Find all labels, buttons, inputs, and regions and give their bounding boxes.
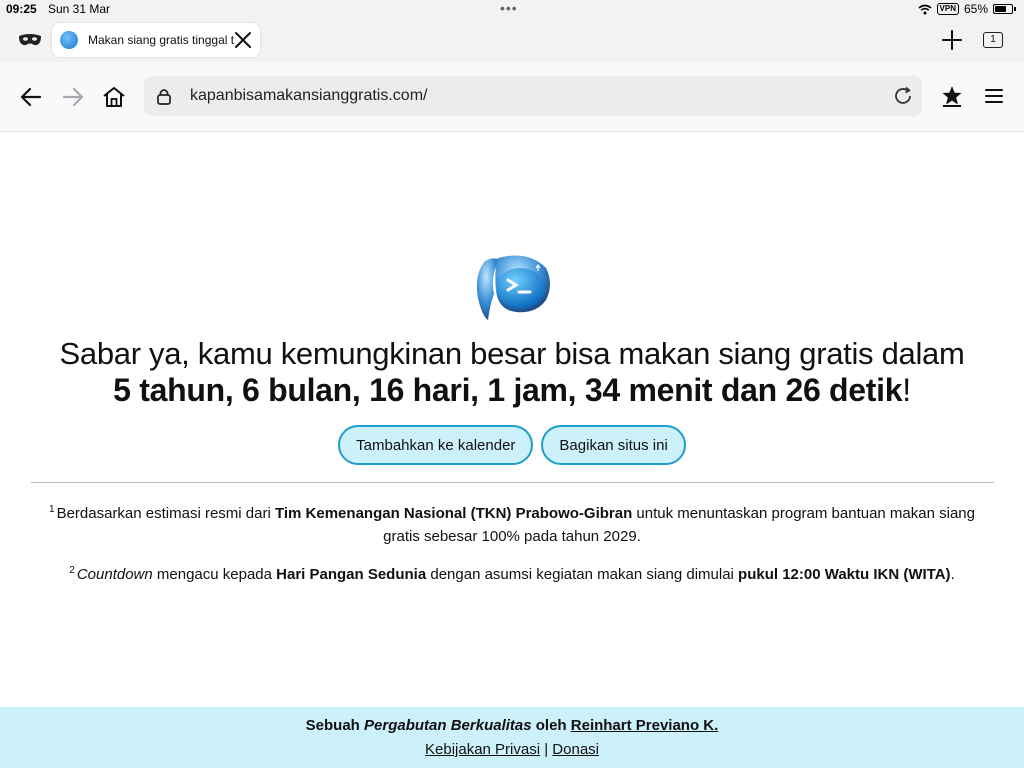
footer-links: Kebijakan Privasi | Donasi [0,741,1024,758]
new-tab-plus-icon[interactable] [940,28,964,52]
footnote-2-italic-countdown: Countdown [76,566,153,583]
back-arrow-icon[interactable] [18,84,44,110]
footnote-2-bold-time: pukul 12:00 Waktu IKN (WITA) [738,566,951,583]
private-browsing-mask-icon[interactable] [18,32,42,48]
status-date: Sun 31 Mar [48,2,111,16]
footnote-2-bold-hari-pangan: Hari Pangan Sedunia [276,566,427,583]
donate-link[interactable]: Donasi [552,741,599,758]
url-text[interactable]: kapanbisamakansianggratis.com/ [190,87,427,105]
vpn-badge: VPN [936,3,959,15]
browser-toolbar: kapanbisamakansianggratis.com/ [0,62,1024,132]
footnote-2-text-a: mengacu kepada [152,566,277,583]
countdown-value: 5 tahun, 6 bulan, 16 hari, 1 jam, 34 men… [113,372,903,408]
status-time: 09:25 [6,2,37,16]
footnote-2: 2 Countdown mengacu kepada Hari Pangan Se… [30,559,994,586]
action-buttons: Tambahkan ke kalender Bagikan situs ini [0,425,1024,465]
footnote-2-text-c: . [950,566,955,583]
footnote-marker-1: 1 [49,504,55,515]
close-tab-icon[interactable] [232,29,254,51]
lock-icon[interactable] [154,86,174,106]
footnote-1: 1 Berdasarkan estimasi resmi dari Tim Kem… [30,498,994,548]
address-bar[interactable]: kapanbisamakansianggratis.com/ [144,76,922,116]
tab-bar: Makan siang gratis tinggal t 1 [0,18,1024,62]
countdown-text: 5 tahun, 6 bulan, 16 hari, 1 jam, 34 men… [0,372,1024,409]
footnote-1-bold-tkn: Tim Kemenangan Nasional (TKN) Prabowo-Gi… [274,505,633,522]
footer-credit-text-b: oleh [531,717,571,734]
status-indicators: VPN 65% [918,2,1016,16]
footnote-marker-2: 2 [69,565,75,576]
battery-percent: 65% [963,2,988,16]
footnote-2-text-b: dengan asumsi kegiatan makan siang dimul… [426,566,739,583]
multitasking-dots-icon[interactable]: ••• [500,0,518,16]
battery-icon [993,4,1013,14]
countdown-exclamation: ! [902,372,911,408]
footer-link-separator: | [540,741,553,758]
add-to-calendar-button[interactable]: Tambahkan ke kalender [338,425,534,465]
status-bar: 09:25 Sun 31 Mar ••• VPN 65% [0,0,1024,18]
site-favicon-icon [60,31,78,49]
footer-credit: Sebuah Pergabutan Berkualitas oleh Reinh… [0,717,1024,734]
forward-arrow-icon[interactable] [60,84,86,110]
headline-text: Sabar ya, kamu kemungkinan besar bisa ma… [59,336,965,371]
page-footer: Sebuah Pergabutan Berkualitas oleh Reinh… [0,707,1024,768]
bookmarks-star-icon[interactable] [940,84,964,108]
page-content: Sabar ya, kamu kemungkinan besar bisa ma… [0,132,1024,707]
share-site-button[interactable]: Bagikan situs ini [541,425,686,465]
footer-credit-italic: Pergabutan Berkualitas [364,717,532,734]
terminal-mascot-logo-icon [476,255,550,320]
reload-icon[interactable] [892,85,914,107]
tab-active[interactable]: Makan siang gratis tinggal t [52,23,260,57]
tab-count-button[interactable]: 1 [983,32,1003,48]
author-link[interactable]: Reinhart Previano K. [571,717,719,734]
wifi-icon [918,4,932,14]
battery-tip [1014,7,1016,11]
home-icon[interactable] [101,84,127,110]
footnote-1-text-a: Berdasarkan estimasi resmi dari [56,505,275,522]
footer-credit-text-a: Sebuah [305,717,365,734]
privacy-policy-link[interactable]: Kebijakan Privasi [425,741,540,758]
tab-title: Makan siang gratis tinggal t [88,33,235,47]
menu-hamburger-icon[interactable] [982,84,1006,108]
divider [31,482,994,483]
